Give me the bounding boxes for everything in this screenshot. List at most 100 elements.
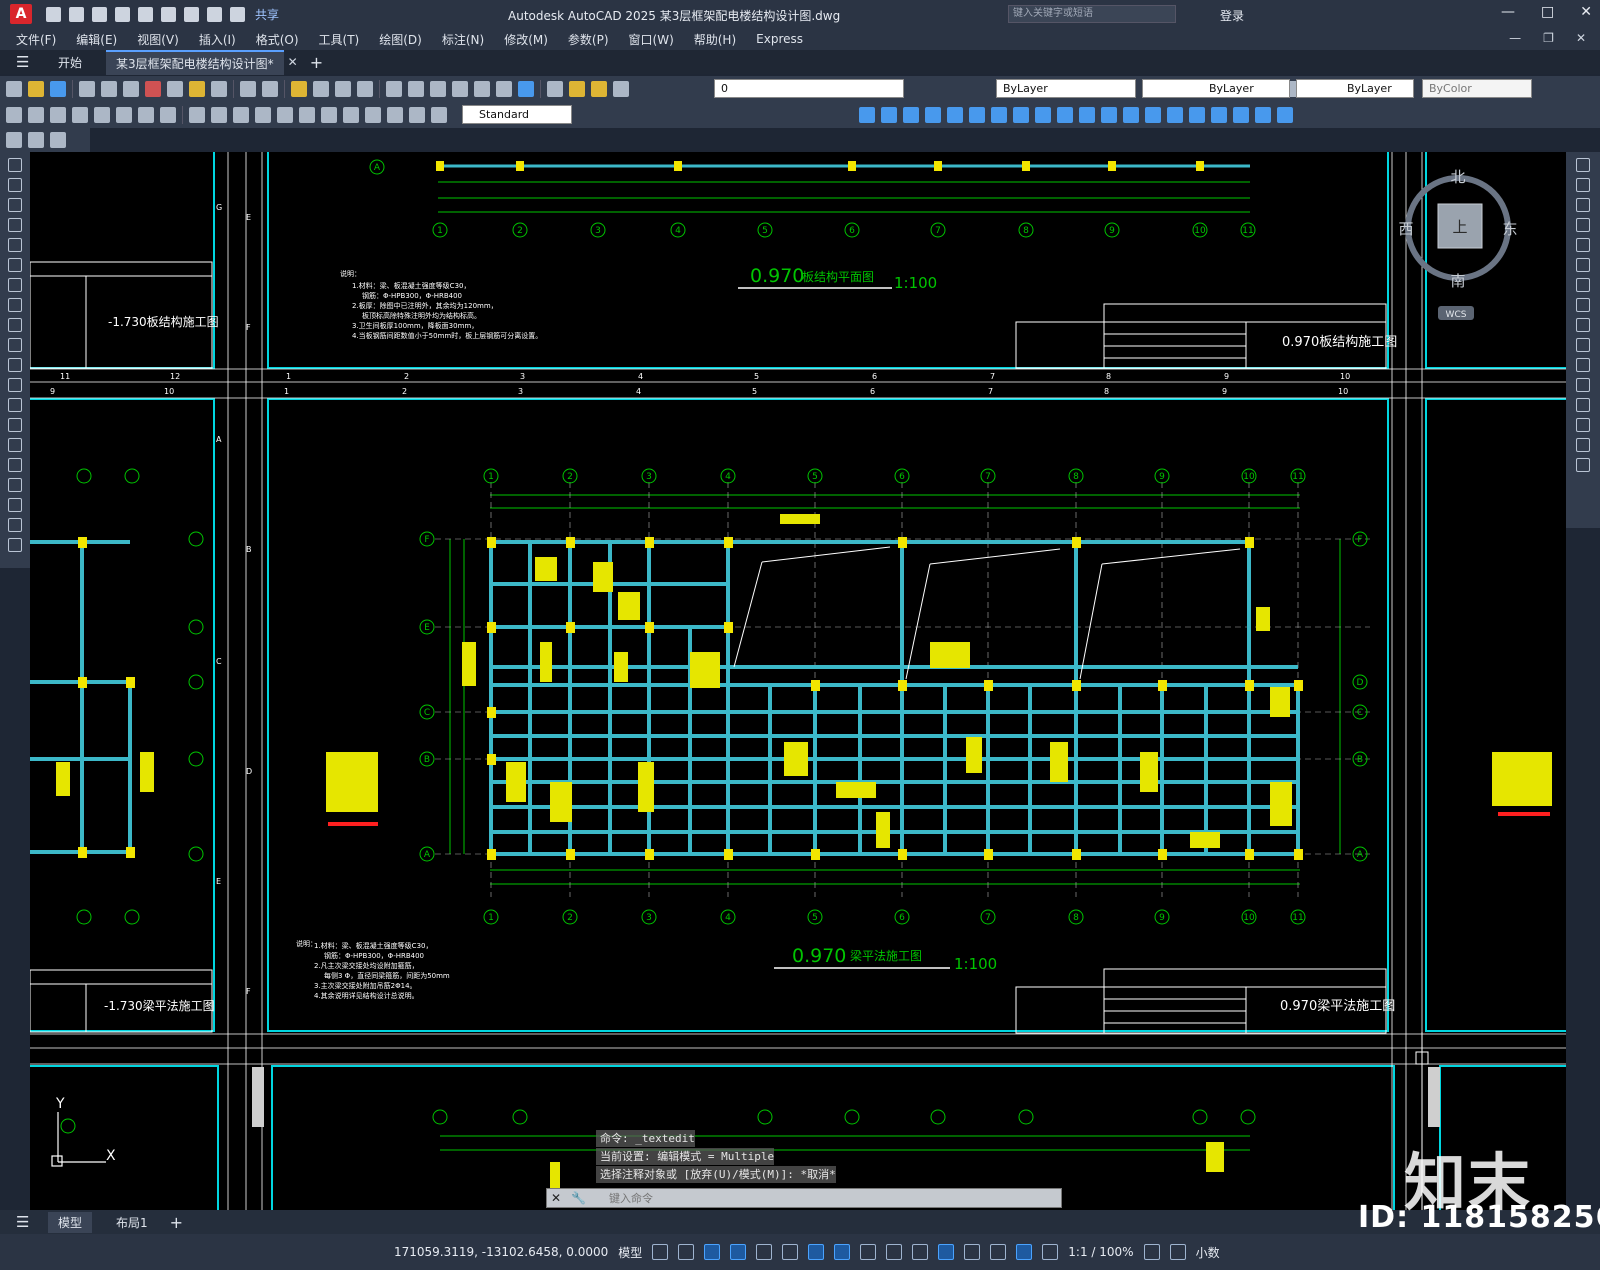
add-selected-icon[interactable]	[8, 538, 22, 552]
menu-edit[interactable]: 编辑(E)	[76, 31, 117, 48]
copy-pal-icon[interactable]	[1576, 178, 1590, 192]
hatch-icon[interactable]	[8, 438, 22, 452]
join-icon[interactable]	[1123, 107, 1139, 123]
selection-cycling-icon[interactable]	[912, 1244, 929, 1260]
layout-menu-icon[interactable]: ☰	[16, 1213, 34, 1231]
ellipse-arc-icon[interactable]	[8, 358, 22, 372]
doc-close-icon[interactable]: ✕	[1576, 31, 1586, 45]
break-icon[interactable]	[1101, 107, 1117, 123]
layer-select[interactable]: 0	[714, 79, 904, 98]
lineweight-select[interactable]: ByLayer	[1296, 79, 1414, 98]
stretch-icon[interactable]	[1035, 107, 1051, 123]
tab-model[interactable]: 模型	[48, 1211, 93, 1233]
calculator-icon[interactable]	[496, 81, 512, 97]
lineweight-icon[interactable]	[860, 1244, 877, 1260]
scale-pal-icon[interactable]	[1576, 298, 1590, 312]
grid-icon[interactable]	[652, 1244, 669, 1260]
preview-icon[interactable]	[101, 81, 117, 97]
menu-dimension[interactable]: 标注(N)	[442, 31, 484, 48]
revcloud-icon[interactable]	[8, 298, 22, 312]
baseline-dim-icon[interactable]	[211, 107, 227, 123]
maximize-icon[interactable]: □	[1541, 4, 1554, 20]
offset-pal-icon[interactable]	[1576, 218, 1590, 232]
arc-icon[interactable]	[8, 258, 22, 272]
save-tb-icon[interactable]	[50, 81, 66, 97]
redo-tb-icon[interactable]	[262, 81, 278, 97]
sheet-set-icon[interactable]	[452, 81, 468, 97]
trim-pal-icon[interactable]	[1576, 338, 1590, 352]
autocad-logo-icon[interactable]: A	[10, 4, 32, 24]
search-input[interactable]: 键入关键字或短语	[1008, 5, 1176, 23]
tab-current-drawing[interactable]: 某3层框架配电楼结构设计图*	[106, 49, 284, 75]
stretch-pal-icon[interactable]	[1576, 318, 1590, 332]
annotation-monitor-icon[interactable]	[1169, 1244, 1186, 1260]
block-icon[interactable]	[1211, 107, 1227, 123]
undo-icon[interactable]	[207, 6, 222, 22]
layer-tool-b-icon[interactable]	[28, 132, 44, 148]
inspection-icon[interactable]	[343, 107, 359, 123]
zoom-previous-icon[interactable]	[357, 81, 373, 97]
tolerance-icon[interactable]	[299, 107, 315, 123]
close-tab-icon[interactable]: ✕	[288, 55, 298, 69]
region-icon[interactable]	[8, 478, 22, 492]
scale-icon[interactable]	[1013, 107, 1029, 123]
layer-tool-a-icon[interactable]	[6, 132, 22, 148]
command-customize-icon[interactable]: 🔧	[571, 1191, 587, 1205]
pan-icon[interactable]	[291, 81, 307, 97]
doc-minimize-icon[interactable]: —	[1509, 31, 1521, 45]
move-icon[interactable]	[881, 107, 897, 123]
menu-view[interactable]: 视图(V)	[137, 31, 179, 48]
save-icon[interactable]	[92, 6, 107, 22]
qnew-icon[interactable]	[6, 81, 22, 97]
transparency-icon[interactable]	[886, 1244, 903, 1260]
extend-pal-icon[interactable]	[1576, 358, 1590, 372]
minimize-icon[interactable]: —	[1501, 4, 1515, 20]
linetype-select[interactable]: ByLayer	[1142, 79, 1290, 98]
open-icon[interactable]	[28, 81, 44, 97]
tab-layout1[interactable]: 布局1	[106, 1212, 158, 1233]
circle-icon[interactable]	[8, 278, 22, 292]
center-mark-icon[interactable]	[321, 107, 337, 123]
osnap-tracking-icon[interactable]	[808, 1244, 825, 1260]
new-file-icon[interactable]	[46, 6, 61, 22]
rotate-icon[interactable]	[991, 107, 1007, 123]
cut-icon[interactable]	[145, 81, 161, 97]
copy-icon[interactable]	[167, 81, 183, 97]
match-properties-icon[interactable]	[211, 81, 227, 97]
publish-icon[interactable]	[123, 81, 139, 97]
annotation-visibility-icon[interactable]	[1016, 1244, 1033, 1260]
extend-icon[interactable]	[1079, 107, 1095, 123]
new-tab-icon[interactable]: +	[310, 53, 323, 72]
break-pal-icon[interactable]	[1576, 378, 1590, 392]
xref-icon[interactable]	[1277, 107, 1293, 123]
model-space-button[interactable]: 模型	[618, 1244, 642, 1261]
viewcube[interactable]: 上 北 南 东 西 WCS	[1398, 168, 1518, 320]
plotstyle-select[interactable]: ByColor	[1422, 79, 1532, 98]
print-icon[interactable]	[79, 81, 95, 97]
trim-icon[interactable]	[1057, 107, 1073, 123]
table-icon[interactable]	[8, 498, 22, 512]
login-button[interactable]: 登录	[1220, 7, 1244, 24]
point-icon[interactable]	[8, 418, 22, 432]
doc-restore-icon[interactable]: ❐	[1543, 31, 1554, 45]
dim-edit-icon[interactable]	[387, 107, 403, 123]
open-file-icon[interactable]	[69, 6, 84, 22]
array-icon[interactable]	[969, 107, 985, 123]
dim-text-edit-icon[interactable]	[409, 107, 425, 123]
explode-icon[interactable]	[1189, 107, 1205, 123]
polyline-icon[interactable]	[8, 198, 22, 212]
dimstyle-select[interactable]: Standard	[462, 105, 572, 124]
menu-insert[interactable]: 插入(I)	[199, 31, 236, 48]
units-value[interactable]: 小数	[1196, 1244, 1220, 1261]
menu-help[interactable]: 帮助(H)	[694, 31, 736, 48]
linear-dim-icon[interactable]	[6, 107, 22, 123]
dim-break-icon[interactable]	[277, 107, 293, 123]
annotation-scale-icon[interactable]	[1042, 1244, 1059, 1260]
annotation-scale-value[interactable]: 1:1 / 100%	[1068, 1245, 1133, 1259]
osnap-icon[interactable]	[834, 1244, 851, 1260]
dimstyle-manager-icon[interactable]	[859, 107, 875, 123]
spline-icon[interactable]	[8, 318, 22, 332]
menu-parametric[interactable]: 参数(P)	[568, 31, 609, 48]
move-pal-icon[interactable]	[1576, 258, 1590, 272]
diameter-dim-icon[interactable]	[138, 107, 154, 123]
